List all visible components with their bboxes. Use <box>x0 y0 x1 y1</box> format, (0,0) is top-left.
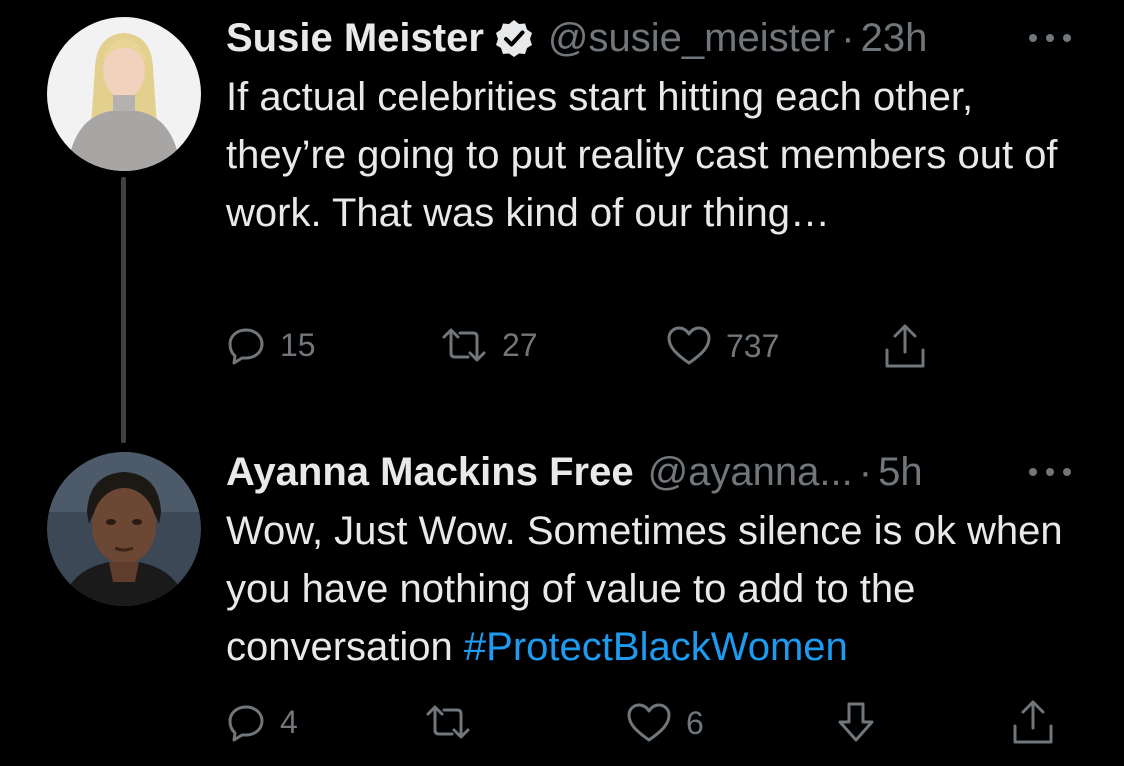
tweet-timestamp[interactable]: 5h <box>878 448 923 496</box>
tweet-1[interactable]: Susie Meister @susie_meister · 23h If ac… <box>0 0 1124 443</box>
reply-count: 15 <box>280 326 316 363</box>
downvote-button[interactable] <box>834 700 878 746</box>
tweet-text: Wow, Just Wow. Sometimes silence is ok w… <box>226 502 1066 676</box>
tweet-header: Susie Meister @susie_meister · 23h <box>226 14 927 62</box>
reply-icon <box>228 705 264 742</box>
retweet-button[interactable] <box>424 702 472 742</box>
separator-dot: · <box>858 450 873 494</box>
author-handle[interactable]: @ayanna... <box>648 448 853 496</box>
reply-button[interactable]: 4 <box>226 702 298 742</box>
thread-connector-line <box>121 177 126 443</box>
share-icon <box>885 324 925 368</box>
author-name[interactable]: Ayanna Mackins Free <box>226 448 634 496</box>
more-options-icon[interactable] <box>1029 32 1071 44</box>
share-button[interactable] <box>1010 698 1056 746</box>
avatar-image <box>47 452 201 606</box>
like-count: 737 <box>726 327 780 364</box>
more-options-icon[interactable] <box>1029 466 1071 478</box>
tweet-2[interactable]: Ayanna Mackins Free @ayanna... · 5h Wow,… <box>0 440 1124 766</box>
heart-icon <box>667 326 711 365</box>
share-button[interactable] <box>882 322 928 370</box>
author-name[interactable]: Susie Meister <box>226 14 484 62</box>
heart-icon <box>627 703 671 742</box>
reply-button[interactable]: 15 <box>226 325 316 365</box>
verified-badge-icon <box>494 18 534 58</box>
arrow-down-icon <box>838 702 874 742</box>
tweet-timestamp[interactable]: 23h <box>861 14 928 62</box>
separator-dot: · <box>841 16 855 60</box>
retweet-icon <box>442 328 486 362</box>
like-button[interactable]: 737 <box>666 325 779 367</box>
retweet-count: 27 <box>502 326 538 363</box>
reply-icon <box>228 328 264 365</box>
avatar[interactable] <box>47 452 201 606</box>
like-button[interactable]: 6 <box>626 702 704 744</box>
share-icon <box>1013 700 1053 744</box>
tweet-text: If actual celebrities start hitting each… <box>226 75 1058 235</box>
retweet-icon <box>426 705 470 739</box>
reply-count: 4 <box>280 703 298 740</box>
author-handle[interactable]: @susie_meister <box>548 14 835 62</box>
avatar-image <box>47 17 201 171</box>
avatar[interactable] <box>47 17 201 171</box>
like-count: 6 <box>686 704 704 741</box>
retweet-button[interactable]: 27 <box>440 325 538 365</box>
hashtag-link[interactable]: #ProtectBlackWomen <box>464 625 848 669</box>
tweet-header: Ayanna Mackins Free @ayanna... · 5h <box>226 448 923 496</box>
